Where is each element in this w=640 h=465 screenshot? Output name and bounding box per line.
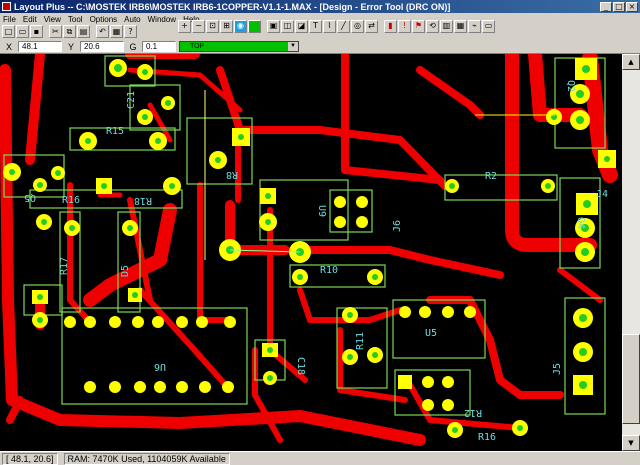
paste-icon[interactable]: ▤ [77,25,90,38]
drc-icon[interactable]: ▮ [384,19,397,33]
menu-auto[interactable]: Auto [124,15,140,24]
help-icon[interactable]: ? [124,25,137,38]
y-coordinate-field[interactable]: 20.6 [80,41,124,52]
refdes-r15: R15 [106,126,124,137]
refdes-q2: Q2 [565,80,576,92]
refdes-j5: J5 [552,363,563,375]
refdes-u5: U5 [425,328,437,339]
undo-icon[interactable]: ↶ [96,25,109,38]
refdes-r12: R12 [464,407,482,418]
menu-window[interactable]: Window [148,15,176,24]
title-bar: Layout Plus -- C:\MOSTEK IRB6\MOSTEK IRB… [0,0,640,13]
vertical-scrollbar[interactable]: ▲ ▼ [622,54,640,451]
save-icon[interactable]: ▪ [30,25,43,38]
scrollbar-thumb[interactable] [622,334,640,424]
shape-tool-icon[interactable]: ◪ [295,19,308,33]
refdes-q4: Q4 [575,217,586,229]
print-icon[interactable]: ▦ [110,25,123,38]
refdes-r18: R18 [134,195,152,206]
x-coordinate-field[interactable]: 48.1 [18,41,62,52]
open-icon[interactable]: ▭ [16,25,29,38]
scroll-up-icon[interactable]: ▲ [622,54,640,70]
online-drc-icon[interactable]: ⚑ [412,19,425,33]
new-icon[interactable]: □ [2,25,15,38]
pin-tool-icon[interactable]: ◫ [281,19,294,33]
refdes-u6: U6 [154,361,166,372]
shove-icon[interactable]: ⇄ [365,19,378,33]
autoroute-icon[interactable]: ⌁ [468,19,481,33]
spreadsheet-icon[interactable]: ▦ [454,19,467,33]
error-tool-icon[interactable]: ! [398,19,411,33]
menu-view[interactable]: View [44,15,61,24]
refdes-r17: R17 [59,257,70,275]
layer-value: TOP [190,43,205,50]
reconnect-icon[interactable]: ⟲ [426,19,439,33]
refresh-icon[interactable]: ◉ [234,19,247,33]
pcb-board[interactable]: C21 R15 R8 Q5 R16 R18 U9 J6 R2 Q2 J4 Q4 … [0,54,622,451]
status-coordinates: [ 48.1, 20.6] [2,452,58,465]
refdes-r2: R2 [485,171,497,182]
text-tool-icon[interactable]: T [309,19,322,33]
status-bar: [ 48.1, 20.6] RAM: 7470K Used, 1104059K … [0,451,640,465]
copy-icon[interactable]: ⧉ [63,25,76,38]
refdes-r8: R8 [226,169,238,180]
status-memory: RAM: 7470K Used, 1104059K Available [63,452,230,465]
color-icon[interactable] [248,19,261,33]
query-icon[interactable]: ▥ [440,19,453,33]
refdes-c18: C18 [295,357,306,375]
app-icon[interactable] [2,2,11,11]
refdes-r16-lower: R16 [478,432,496,443]
zoom-all-icon[interactable]: ⊞ [220,19,233,33]
edit-segment-icon[interactable]: ╱ [337,19,350,33]
close-button[interactable]: × [626,1,638,12]
refdes-d5: D5 [120,265,131,277]
scroll-down-icon[interactable]: ▼ [622,435,640,451]
y-label: Y [67,41,74,52]
zoom-area-icon[interactable]: ⊡ [206,19,219,33]
refdes-u9: U9 [316,205,327,217]
layer-select[interactable]: TOP ▼ [179,41,299,52]
window-title: Layout Plus -- C:\MOSTEK IRB6\MOSTEK IRB… [14,1,451,12]
menu-tool[interactable]: Tool [68,15,83,24]
connection-tool-icon[interactable]: ⌇ [323,19,336,33]
minimize-button[interactable]: _ [600,1,612,12]
maximize-button[interactable]: □ [613,1,625,12]
refdes-r10: R10 [320,265,338,276]
refdes-j4: J4 [596,189,608,200]
menu-options[interactable]: Options [90,15,118,24]
refdes-c21: C21 [126,91,137,109]
refdes-q5: Q5 [24,192,36,203]
grid-field[interactable]: 0.1 [142,41,176,52]
pad-group-c21 [109,59,175,125]
menu-edit[interactable]: Edit [23,15,37,24]
zoom-out-icon[interactable]: − [192,19,205,33]
pcb-canvas[interactable]: C21 R15 R8 Q5 R16 R18 U9 J6 R2 Q2 J4 Q4 … [0,54,622,451]
file-toolbar: □ ▭ ▪ ✂ ⧉ ▤ ↶ ▦ ? [0,25,178,38]
grid-label: G [129,41,137,52]
add-via-icon[interactable]: ◎ [351,19,364,33]
component-tool-icon[interactable]: ▣ [267,19,280,33]
toolbar-area: File Edit View Tool Options Auto Window … [0,13,640,40]
x-label: X [5,41,12,52]
refdes-r11: R11 [355,332,366,350]
menu-file[interactable]: File [3,15,16,24]
coordinate-bar: X 48.1 Y 20.6 G 0.1 TOP ▼ [0,40,640,54]
design-toolbar: + − ⊡ ⊞ ◉ ▣ ◫ ◪ T ⌇ ╱ ◎ ⇄ ▮ ! ⚑ ⟲ ▥ ▦ ⌁ … [178,14,640,38]
refdes-r16: R16 [62,195,80,206]
cut-icon[interactable]: ✂ [49,25,62,38]
refdes-j6: J6 [392,220,403,232]
zoom-in-icon[interactable]: + [178,19,191,33]
layer-view-icon[interactable]: ▭ [482,19,495,33]
chevron-down-icon[interactable]: ▼ [288,42,298,51]
